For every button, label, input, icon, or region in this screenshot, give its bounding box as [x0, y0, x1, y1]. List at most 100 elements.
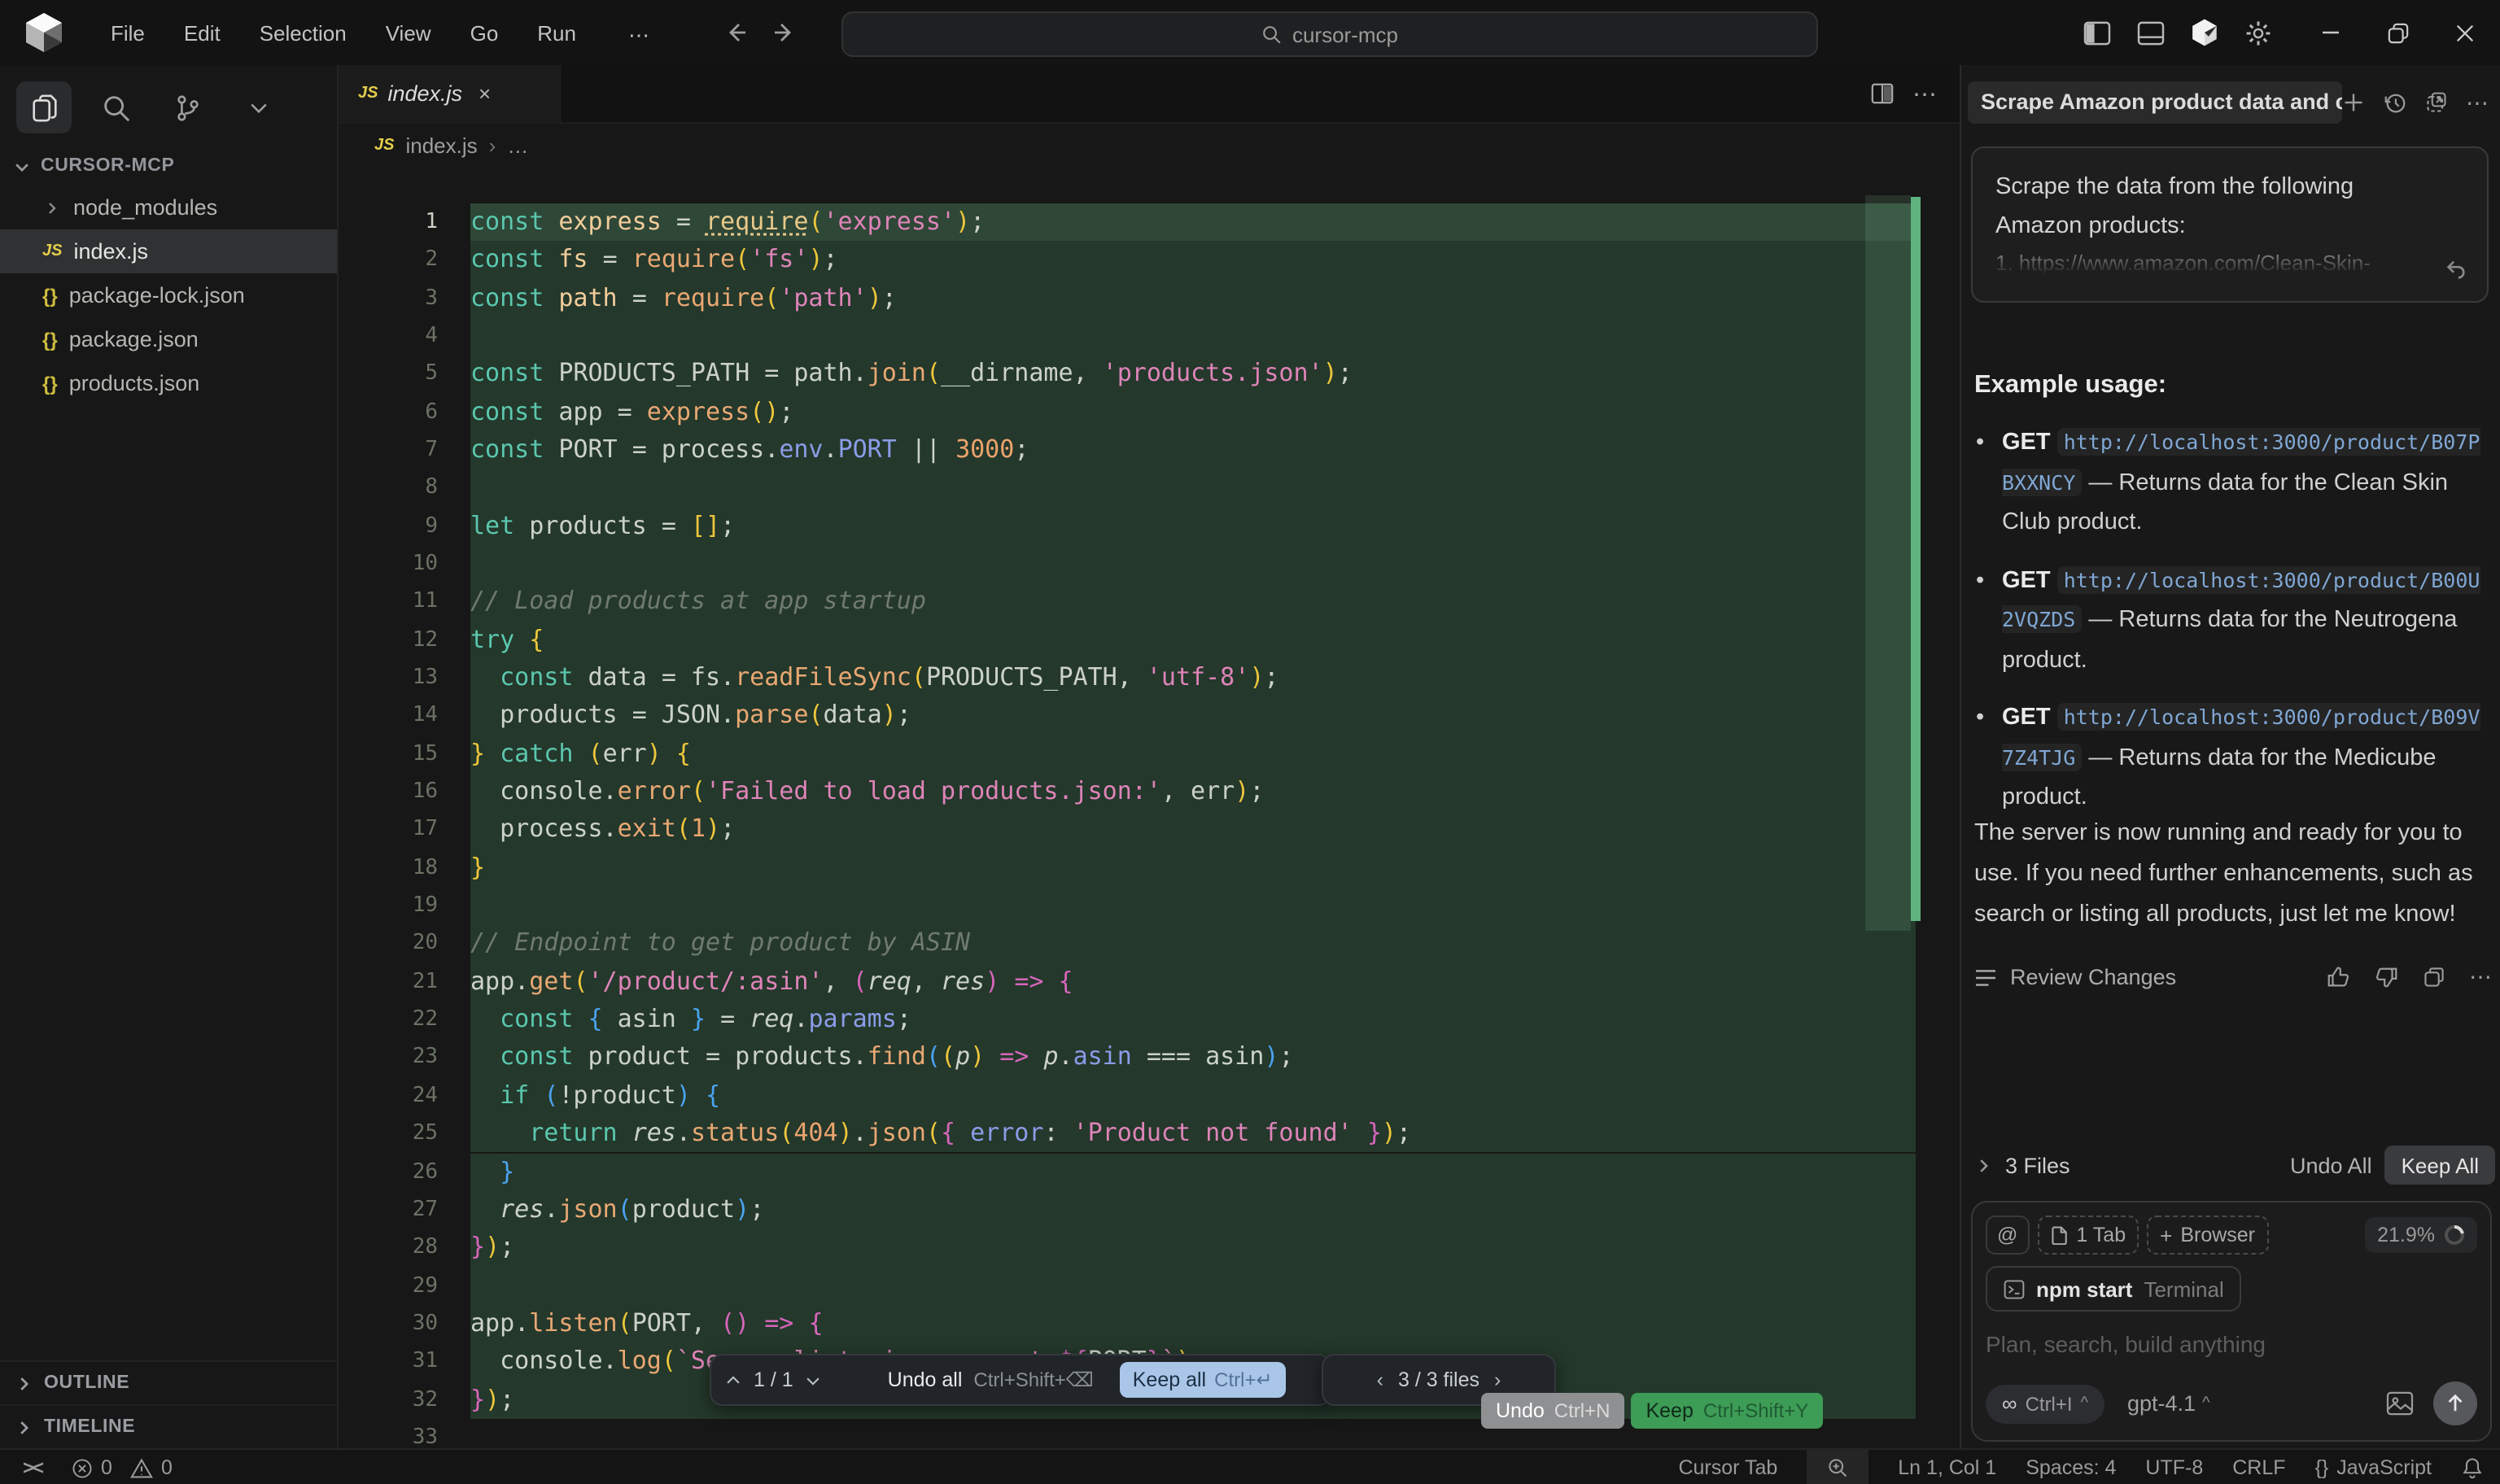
code-line-5[interactable]: const PRODUCTS_PATH = path.join(__dirnam… — [470, 356, 1916, 394]
chevron-right-icon[interactable] — [1974, 1156, 1992, 1174]
settings-gear-icon[interactable] — [2238, 13, 2277, 52]
source-control-icon[interactable] — [160, 81, 215, 133]
chat-tab-title[interactable]: Scrape Amazon product data and c — [1968, 81, 2342, 124]
code-line-3[interactable]: const path = require('path'); — [470, 279, 1916, 317]
thumbs-up-icon[interactable] — [2326, 965, 2350, 989]
eol-status[interactable]: CRLF — [2232, 1456, 2285, 1479]
chevron-up-icon[interactable] — [724, 1371, 742, 1389]
menu-selection[interactable]: Selection — [243, 14, 363, 51]
keep-all-files-button[interactable]: Keep All — [2385, 1146, 2495, 1185]
indentation-status[interactable]: Spaces: 4 — [2026, 1456, 2116, 1479]
code-line-9[interactable]: let products = []; — [470, 507, 1916, 545]
search-input[interactable]: cursor-mcp — [841, 11, 1818, 57]
code-line-7[interactable]: const PORT = process.env.PORT || 3000; — [470, 431, 1916, 469]
undo-all-button[interactable]: Undo all — [888, 1368, 963, 1391]
send-button[interactable] — [2433, 1381, 2477, 1425]
breadcrumb-file[interactable]: index.js — [405, 133, 477, 158]
history-icon[interactable] — [2383, 90, 2407, 115]
keep-all-button[interactable]: Keep all Ctrl+↵ — [1120, 1362, 1286, 1398]
views-chevron-down-icon[interactable] — [231, 81, 286, 133]
code-line-14[interactable]: products = JSON.parse(data); — [470, 697, 1916, 735]
sidebar-item-node_modules[interactable]: node_modules — [0, 186, 337, 229]
undo-all-files-button[interactable]: Undo All — [2290, 1153, 2372, 1177]
copy-response-icon[interactable] — [2424, 967, 2445, 988]
menu-go[interactable]: Go — [454, 14, 515, 51]
chevron-down-icon[interactable] — [805, 1371, 823, 1389]
toggle-panel-icon[interactable] — [2131, 13, 2170, 52]
undo-button[interactable]: Undo Ctrl+N — [1481, 1393, 1624, 1429]
sidebar-item-index.js[interactable]: JSindex.js — [0, 229, 337, 273]
code-line-30[interactable]: app.listen(PORT, () => { — [470, 1305, 1916, 1343]
terminal-command-pill[interactable]: npm start Terminal — [1986, 1266, 2242, 1312]
menu-view[interactable]: View — [369, 14, 448, 51]
breadcrumb-symbol[interactable]: … — [507, 133, 528, 158]
nav-back-icon[interactable] — [723, 20, 749, 46]
problems-indicator[interactable]: 0 0 — [72, 1456, 173, 1479]
chat-more-icon[interactable]: ⋯ — [2466, 89, 2489, 116]
scrollbar-thumb[interactable] — [1865, 195, 1911, 931]
split-editor-icon[interactable] — [1870, 65, 1895, 122]
sidebar-item-products.json[interactable]: {}products.json — [0, 361, 337, 405]
code-area[interactable]: const express = require('express');const… — [470, 203, 1916, 1448]
zoom-status[interactable] — [1807, 1450, 1868, 1484]
open-in-editor-icon[interactable] — [2425, 91, 2448, 114]
model-selector[interactable]: gpt-4.1 ^ — [2127, 1391, 2209, 1416]
mention-button[interactable]: @ — [1986, 1216, 2029, 1255]
thumbs-down-icon[interactable] — [2375, 965, 2399, 989]
new-chat-icon[interactable] — [2342, 91, 2365, 114]
sidebar-item-package.json[interactable]: {}package.json — [0, 317, 337, 361]
code-line-23[interactable]: const product = products.find((p) => p.a… — [470, 1039, 1916, 1077]
language-status[interactable]: {} JavaScript — [2315, 1456, 2432, 1479]
explorer-files-icon[interactable] — [16, 81, 72, 133]
code-line-2[interactable]: const fs = require('fs'); — [470, 242, 1916, 280]
window-minimize-icon[interactable] — [2311, 13, 2350, 52]
composer-placeholder[interactable]: Plan, search, build anything — [1986, 1331, 2477, 1357]
menu-edit[interactable]: Edit — [168, 14, 237, 51]
code-line-18[interactable]: } — [470, 849, 1916, 888]
sidebar-item-package-lock.json[interactable]: {}package-lock.json — [0, 273, 337, 317]
response-more-icon[interactable]: ⋯ — [2469, 963, 2492, 991]
tab-index-js[interactable]: JS index.js × — [339, 65, 563, 122]
tab-context-pill[interactable]: 1 Tab — [2037, 1216, 2139, 1255]
tab-close-icon[interactable]: × — [479, 81, 491, 106]
code-line-24[interactable]: if (!product) { — [470, 1077, 1916, 1115]
code-line-6[interactable]: const app = express(); — [470, 393, 1916, 431]
outline-section[interactable]: OUTLINE — [0, 1360, 337, 1404]
menu-file[interactable]: File — [94, 14, 161, 51]
cursor-position-status[interactable]: Ln 1, Col 1 — [1898, 1456, 1996, 1479]
code-line-15[interactable]: } catch (err) { — [470, 735, 1916, 774]
toggle-sidebar-icon[interactable] — [2077, 13, 2116, 52]
nav-forward-icon[interactable] — [771, 20, 798, 46]
files-count-label[interactable]: 3 Files — [2005, 1153, 2070, 1177]
code-line-21[interactable]: app.get('/product/:asin', (req, res) => … — [470, 963, 1916, 1002]
add-browser-pill[interactable]: + Browser — [2147, 1216, 2268, 1255]
timeline-section[interactable]: TIMELINE — [0, 1404, 337, 1448]
code-line-22[interactable]: const { asin } = req.params; — [470, 1001, 1916, 1039]
encoding-status[interactable]: UTF-8 — [2145, 1456, 2203, 1479]
code-line-10[interactable] — [470, 545, 1916, 583]
code-line-4[interactable] — [470, 317, 1916, 356]
notifications-bell-icon[interactable] — [2461, 1456, 2484, 1479]
chevron-right-icon[interactable]: › — [1494, 1368, 1501, 1391]
window-restore-icon[interactable] — [2378, 13, 2417, 52]
window-close-icon[interactable] — [2445, 13, 2484, 52]
agent-mode-selector[interactable]: ∞ Ctrl+I ^ — [1986, 1384, 2104, 1423]
code-line-13[interactable]: const data = fs.readFileSync(PRODUCTS_PA… — [470, 659, 1916, 697]
context-usage-indicator[interactable]: 21.9% — [2364, 1217, 2477, 1253]
keep-button[interactable]: Keep Ctrl+Shift+Y — [1631, 1393, 1823, 1429]
breadcrumb[interactable]: JS index.js › … — [374, 133, 528, 158]
code-line-12[interactable]: try { — [470, 621, 1916, 659]
project-header[interactable]: CURSOR-MCP — [0, 146, 350, 186]
code-line-29[interactable] — [470, 1267, 1916, 1305]
code-line-25[interactable]: return res.status(404).json({ error: 'Pr… — [470, 1115, 1916, 1153]
code-line-8[interactable] — [470, 469, 1916, 508]
cursor-tab-status[interactable]: Cursor Tab — [1678, 1456, 1777, 1479]
code-line-16[interactable]: console.error('Failed to load products.j… — [470, 773, 1916, 811]
editor-more-actions-icon[interactable]: ⋯ — [1912, 65, 1937, 122]
chat-composer[interactable]: @ 1 Tab + Browser 21.9% npm start — [1971, 1201, 2492, 1442]
review-changes-label[interactable]: Review Changes — [2010, 965, 2176, 989]
code-line-28[interactable]: }); — [470, 1229, 1916, 1267]
code-line-1[interactable]: const express = require('express'); — [470, 203, 1916, 242]
code-line-27[interactable]: res.json(product); — [470, 1191, 1916, 1229]
code-line-19[interactable] — [470, 887, 1916, 925]
